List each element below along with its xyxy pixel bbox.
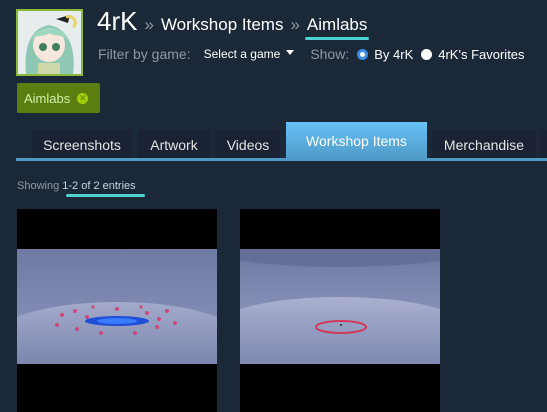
tab-workshop-items[interactable]: Workshop Items	[286, 122, 427, 160]
tab-underline	[16, 158, 547, 161]
showing-range: 1-2 of 2 entries	[62, 180, 136, 192]
arena-preview-image	[17, 209, 217, 412]
workshop-item-thumbnail[interactable]	[17, 209, 217, 412]
breadcrumb-separator: »	[290, 15, 300, 34]
radio-favorites[interactable]	[421, 48, 433, 60]
arena-preview-image	[240, 209, 440, 412]
filter-tag-label: Aimlabs	[24, 90, 71, 106]
tab-artwork[interactable]: Artwork	[138, 130, 210, 160]
game-select-dropdown[interactable]: Select a game	[204, 47, 295, 61]
tab-screenshots[interactable]: Screenshots	[32, 130, 132, 160]
close-icon[interactable]: ✕	[77, 92, 89, 104]
show-label: Show:	[310, 46, 350, 62]
caret-down-icon	[286, 50, 295, 55]
workshop-item-thumbnail[interactable]	[240, 209, 440, 412]
user-name-link[interactable]: 4rK	[97, 6, 137, 37]
annotation-underline	[66, 194, 145, 197]
avatar[interactable]	[16, 9, 83, 76]
radio-by-user-label[interactable]: By 4rK	[374, 47, 413, 62]
radio-favorites-label[interactable]: 4rK's Favorites	[438, 47, 524, 62]
filter-bar: Filter by game: Select a game Show: By 4…	[98, 44, 525, 64]
radio-by-user[interactable]	[357, 48, 369, 60]
showing-prefix: Showing	[17, 180, 60, 192]
game-select-value: Select a game	[203, 47, 281, 61]
showing-count: Showing 1-2 of 2 entries	[17, 180, 136, 192]
filter-tag: Aimlabs ✕	[17, 83, 100, 113]
breadcrumb-separator: »	[144, 15, 154, 34]
filter-label: Filter by game:	[98, 46, 191, 62]
tab-merchandise[interactable]: Merchandise	[432, 130, 536, 160]
workshop-items-link[interactable]: Workshop Items	[161, 15, 284, 35]
tab-videos[interactable]: Videos	[216, 130, 280, 160]
tab-bar: Screenshots Artwork Videos Workshop Item…	[0, 122, 547, 161]
page-title: Aimlabs	[304, 15, 370, 40]
avatar-image	[18, 11, 81, 74]
breadcrumb: 4rK » Workshop Items » Aimlabs	[97, 6, 370, 42]
tab-overflow[interactable]	[540, 130, 547, 160]
